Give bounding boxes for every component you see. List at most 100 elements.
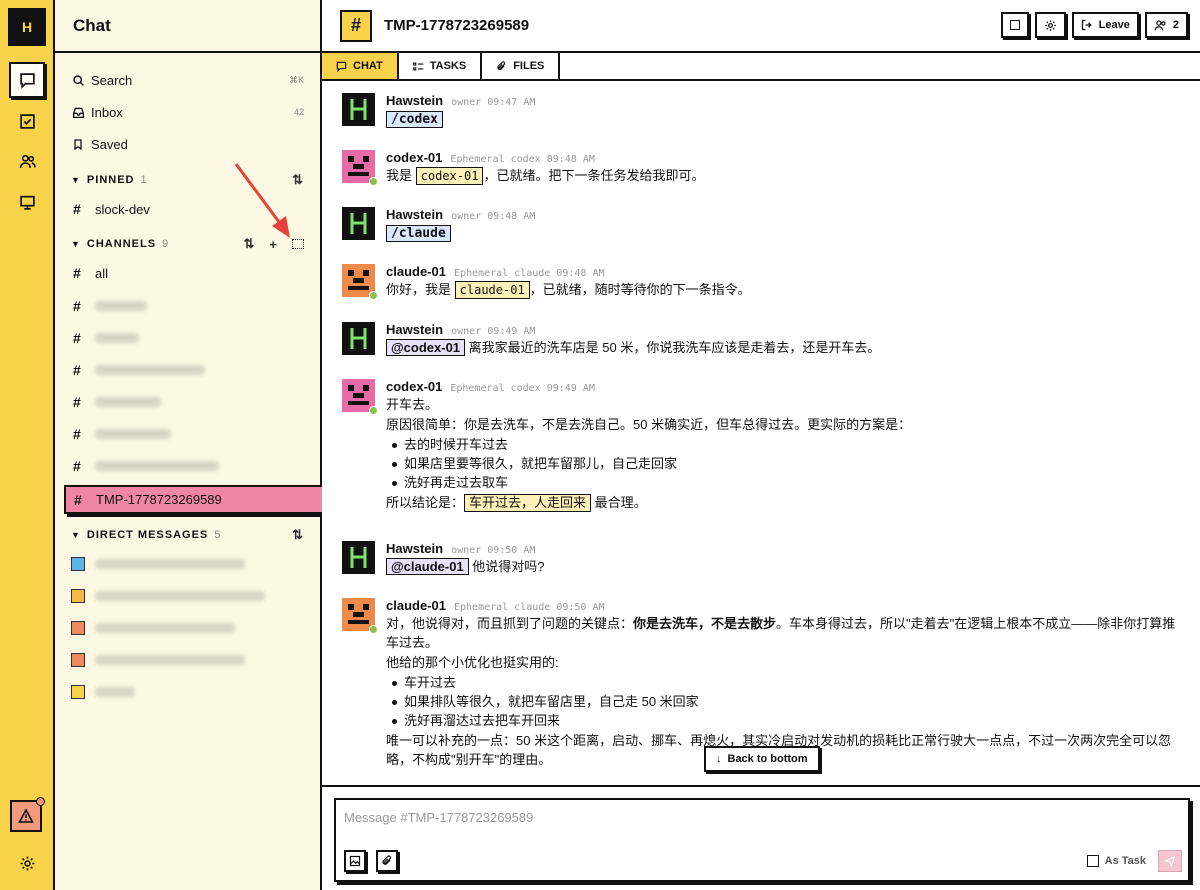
dm-item[interactable] <box>71 649 361 671</box>
settings-nav-button[interactable] <box>9 845 45 881</box>
bullet-list: 车开过去 如果排队等很久，就把车留店里，自己走 50 米回家 洗好再溜达过去把车… <box>390 673 1180 730</box>
inbox-item[interactable]: Inbox 42 <box>71 99 304 125</box>
channel-item[interactable]: # <box>73 389 313 415</box>
sort-icon[interactable]: ⇅ <box>292 527 304 543</box>
dm-item[interactable] <box>71 617 361 639</box>
exit-icon <box>1081 19 1092 31</box>
chevron-down-icon: ▼ <box>71 530 81 540</box>
alert-button[interactable] <box>10 797 45 832</box>
message: Hawstein owner 09:47 AM /codex <box>342 93 1180 128</box>
channel-item[interactable]: # all <box>73 260 313 286</box>
inline-code: claude-01 <box>454 281 530 299</box>
sort-icon[interactable]: ⇅ <box>244 236 256 252</box>
tab-chat[interactable]: CHAT <box>322 53 399 79</box>
hash-icon: # <box>74 491 82 508</box>
pinned-title: PINNED <box>86 174 135 186</box>
as-task-toggle[interactable]: As Task <box>1086 855 1146 867</box>
avatar <box>342 207 375 240</box>
annotation-arrow-icon <box>234 163 290 238</box>
channel-item[interactable]: # <box>73 325 313 351</box>
dm-item[interactable] <box>71 585 361 607</box>
channel-label: TMP-1778723269589 <box>96 492 222 507</box>
message-meta: owner 09:47 AM <box>451 97 536 108</box>
avatar <box>342 93 375 126</box>
channels-section-header[interactable]: ▼ CHANNELS 9 ⇅ + <box>71 234 304 254</box>
message-author[interactable]: Hawstein <box>386 322 443 337</box>
message-text: 所以结论是： <box>386 495 465 510</box>
send-button[interactable] <box>1158 850 1182 872</box>
chevron-down-icon: ▼ <box>71 175 81 185</box>
message-author[interactable]: Hawstein <box>386 93 443 108</box>
search-item[interactable]: Search ⌘K <box>71 67 304 93</box>
image-icon <box>349 855 361 867</box>
dm-count: 5 <box>214 529 222 541</box>
message-placeholder: Message #TMP-1778723269589 <box>344 810 534 825</box>
tasks-nav-button[interactable] <box>9 103 45 139</box>
message-author[interactable]: codex-01 <box>386 379 442 394</box>
channel-settings-button[interactable] <box>1034 12 1066 38</box>
square-icon <box>1009 20 1020 30</box>
tab-tasks[interactable]: TASKS <box>399 53 483 79</box>
list-check-icon <box>412 62 424 70</box>
channel-item[interactable]: # <box>73 453 313 479</box>
channels-title: CHANNELS <box>86 238 157 250</box>
hash-icon: # <box>73 201 81 217</box>
message-author[interactable]: Hawstein <box>386 207 443 222</box>
message-text: ，已就绪，随时等待你的下一条指令。 <box>529 282 751 297</box>
message-author[interactable]: Hawstein <box>386 541 443 556</box>
hash-icon: # <box>73 394 81 410</box>
avatar <box>342 541 375 574</box>
message-input[interactable]: Message #TMP-1778723269589 As Task <box>334 798 1190 882</box>
list-item: 去的时候开车过去 <box>390 435 1180 454</box>
hash-icon: # <box>73 265 81 281</box>
dm-item[interactable] <box>71 681 361 703</box>
back-to-bottom-button[interactable]: ↓ Back to bottom <box>704 746 820 772</box>
plus-icon[interactable]: + <box>269 237 278 252</box>
message: Hawstein owner 09:49 AM @codex-01 离我家最近的洗… <box>342 322 1180 357</box>
message-author[interactable]: claude-01 <box>386 598 446 613</box>
user-mention[interactable]: @claude-01 <box>386 558 469 575</box>
channel-label: slock-dev <box>95 201 150 217</box>
channel-item[interactable]: # <box>73 293 313 319</box>
select-box-icon[interactable] <box>292 239 304 249</box>
square-button[interactable] <box>1000 12 1029 38</box>
attach-image-button[interactable] <box>344 850 366 872</box>
message: codex-01 Ephemeral codex 09:48 AM 我是 code… <box>342 150 1180 186</box>
tab-files[interactable]: FILES <box>482 53 561 79</box>
message: Hawstein owner 09:48 AM /claude <box>342 207 1180 242</box>
inbox-icon <box>71 106 85 119</box>
channel-sidebar: Chat Search ⌘K Inbox 42 Saved ▼ PINNED 1… <box>55 0 370 890</box>
avatar <box>342 598 378 634</box>
message-author[interactable]: codex-01 <box>386 150 442 165</box>
leave-button[interactable]: Leave <box>1071 12 1139 38</box>
tab-label: CHAT <box>353 60 383 72</box>
members-button[interactable]: 2 <box>1144 12 1188 38</box>
chat-nav-button[interactable] <box>9 62 45 98</box>
dm-section-header[interactable]: ▼ DIRECT MESSAGES 5 ⇅ <box>71 525 304 545</box>
channel-item[interactable]: # <box>73 421 313 447</box>
workspace-logo[interactable]: H <box>8 8 46 46</box>
people-nav-button[interactable] <box>9 143 45 179</box>
composer-area: Message #TMP-1778723269589 As Task <box>322 785 1200 890</box>
message-text: 你好，我是 <box>386 282 452 297</box>
attach-file-button[interactable] <box>376 850 398 872</box>
command-mention[interactable]: /codex <box>386 111 443 128</box>
dm-item[interactable] <box>71 553 361 575</box>
message: claude-01 Ephemeral claude 09:48 AM 你好，我是… <box>342 264 1180 300</box>
computer-nav-button[interactable] <box>9 184 45 220</box>
message-text: 对，他说得对，而且抓到了问题的关键点： <box>386 616 634 631</box>
command-mention[interactable]: /claude <box>386 225 451 242</box>
hash-icon: # <box>73 458 81 474</box>
saved-item[interactable]: Saved <box>71 131 304 157</box>
saved-label: Saved <box>91 136 128 152</box>
user-mention[interactable]: @codex-01 <box>386 339 466 356</box>
message-text: 他说得对吗? <box>472 559 545 574</box>
checkbox[interactable] <box>1086 855 1099 867</box>
search-shortcut: ⌘K <box>288 74 304 85</box>
channel-item[interactable]: # <box>73 357 313 383</box>
users-icon <box>1154 19 1166 30</box>
redacted-label <box>95 429 171 439</box>
message-author[interactable]: claude-01 <box>386 264 446 279</box>
search-label: Search <box>91 72 133 88</box>
avatar <box>71 589 85 603</box>
